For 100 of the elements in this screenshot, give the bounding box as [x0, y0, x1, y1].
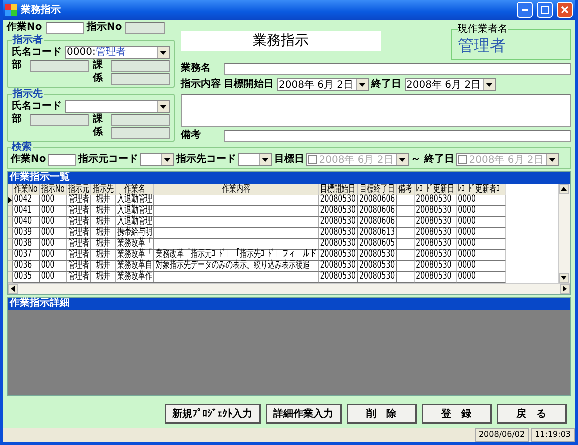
table-cell: 堀井 [91, 228, 116, 238]
window-title: 業務指示 [21, 4, 62, 17]
field-label: 課 [93, 114, 104, 126]
scroll-left-button[interactable] [8, 284, 18, 294]
column-header[interactable]: 作業名 [116, 184, 154, 195]
checkbox[interactable] [308, 155, 318, 164]
column-header[interactable]: 指示No [40, 184, 67, 195]
group-title: 現作業者名 [458, 22, 508, 36]
checkbox[interactable] [458, 155, 468, 164]
table-cell: 000 [40, 238, 67, 250]
table-cell: 20080530 [318, 228, 358, 238]
search-work-no-field[interactable] [48, 154, 76, 166]
table-cell: 業務改革自 [116, 260, 154, 272]
table-cell: 000 [40, 195, 67, 206]
date-picker[interactable]: 2008年 6月 2日 [277, 78, 369, 91]
field-label: 指示No [87, 22, 122, 34]
unit-field [111, 73, 170, 85]
column-header[interactable]: 作業No [12, 184, 40, 195]
dropdown-button[interactable] [157, 47, 169, 58]
table-cell: 管理者 [66, 228, 92, 238]
close-button[interactable] [557, 2, 573, 18]
field-label: 終了日 [372, 78, 402, 90]
scroll-up-button[interactable] [559, 184, 569, 194]
minimize-button[interactable] [517, 2, 533, 18]
caret-icon [160, 104, 167, 108]
table-cell: 入退勤管理 [116, 206, 154, 216]
table-cell: 20080530 [318, 195, 358, 206]
table-cell: 0040 [12, 216, 40, 228]
action-button[interactable]: 登 録 [422, 404, 492, 424]
caret-icon [486, 82, 494, 86]
table-cell: 堀井 [91, 238, 116, 250]
field-label: 指示内容 [181, 78, 221, 90]
dropdown-button[interactable] [356, 79, 368, 90]
table-cell: 管理者 [66, 216, 92, 228]
table-cell: 0000 [456, 238, 506, 250]
instruction-no-field [125, 22, 166, 34]
column-header[interactable]: 指示元 [66, 184, 92, 195]
unit-field [111, 127, 170, 139]
column-header[interactable]: 指示先 [91, 184, 116, 195]
column-header[interactable]: 目標開始日 [318, 184, 358, 195]
field-label: 備考 [181, 130, 202, 142]
status-text: 2008/06/02 [474, 428, 530, 442]
vertical-scrollbar[interactable] [558, 184, 570, 283]
action-button[interactable]: 新規ﾌﾟﾛｼﾞｪｸﾄ入力 [165, 404, 261, 424]
field-label: 部 [12, 60, 23, 72]
table-cell: 20080530 [358, 260, 397, 272]
dropdown-button[interactable] [546, 154, 558, 165]
table-cell: 管理者 [66, 238, 92, 250]
table-cell: 0000 [456, 260, 506, 272]
table-cell: 20080530 [318, 238, 358, 250]
table-cell: 管理者 [66, 260, 92, 272]
table-cell: 0000 [456, 195, 506, 206]
table-cell: 携帯給与明 [116, 228, 154, 238]
field-label: 係 [93, 73, 104, 85]
maximize-icon [541, 6, 549, 14]
maximize-button[interactable] [537, 2, 553, 18]
from-code-combo[interactable] [140, 153, 174, 166]
table-cell: 20080530 [414, 206, 456, 216]
action-button[interactable]: 戻 る [497, 404, 567, 424]
column-header[interactable]: 目標終了日 [358, 184, 397, 195]
field-label: 指示先コード [176, 154, 236, 166]
table-cell: 対象指示先データのみの表示。絞り込み表示後追 [154, 260, 319, 272]
table-cell: 20080606 [358, 216, 397, 228]
dropdown-button[interactable] [259, 154, 272, 165]
column-header[interactable]: 備考 [396, 184, 414, 195]
table-cell: 20080530 [414, 238, 456, 250]
table-cell: 0038 [12, 238, 40, 250]
field-label: 目標開始日 [224, 78, 274, 90]
action-button[interactable]: 詳細作業入力 [266, 404, 342, 424]
status-text: 11:19:03 [531, 428, 575, 442]
up-arrow-icon [561, 187, 567, 191]
dropdown-button[interactable] [161, 154, 174, 165]
table-cell: 業務改革「 [116, 238, 154, 250]
field-label: 氏名コード [12, 46, 62, 58]
horizontal-scrollbar[interactable] [8, 283, 570, 294]
table-cell: 0041 [12, 206, 40, 216]
to-code-combo[interactable] [238, 153, 272, 166]
dropdown-button[interactable] [483, 79, 496, 90]
caret-icon [262, 158, 270, 162]
table-cell: 000 [40, 216, 67, 228]
action-button[interactable]: 削 除 [347, 404, 417, 424]
section-field [111, 114, 170, 126]
table-cell: 堀井 [91, 206, 116, 216]
dropdown-button[interactable] [396, 154, 408, 165]
work-no-field[interactable] [46, 22, 84, 34]
app-icon [5, 4, 17, 16]
task-name-field[interactable] [224, 63, 571, 75]
section-field [111, 60, 170, 72]
field-label: ～ 終了日 [410, 154, 454, 166]
row-header[interactable] [8, 195, 13, 206]
field-label: 業務名 [181, 63, 212, 75]
table-cell: 堀井 [91, 216, 116, 228]
date-picker[interactable]: 2008年 6月 2日 [404, 78, 496, 91]
dropdown-button[interactable] [157, 101, 169, 112]
scroll-right-button[interactable] [560, 284, 570, 294]
content-textarea[interactable] [181, 94, 571, 127]
scroll-down-button[interactable] [559, 273, 569, 283]
remarks-field[interactable] [224, 130, 571, 142]
table-cell: 0036 [12, 260, 40, 272]
name-code-combo[interactable]: 0000:管理者 [65, 46, 170, 59]
